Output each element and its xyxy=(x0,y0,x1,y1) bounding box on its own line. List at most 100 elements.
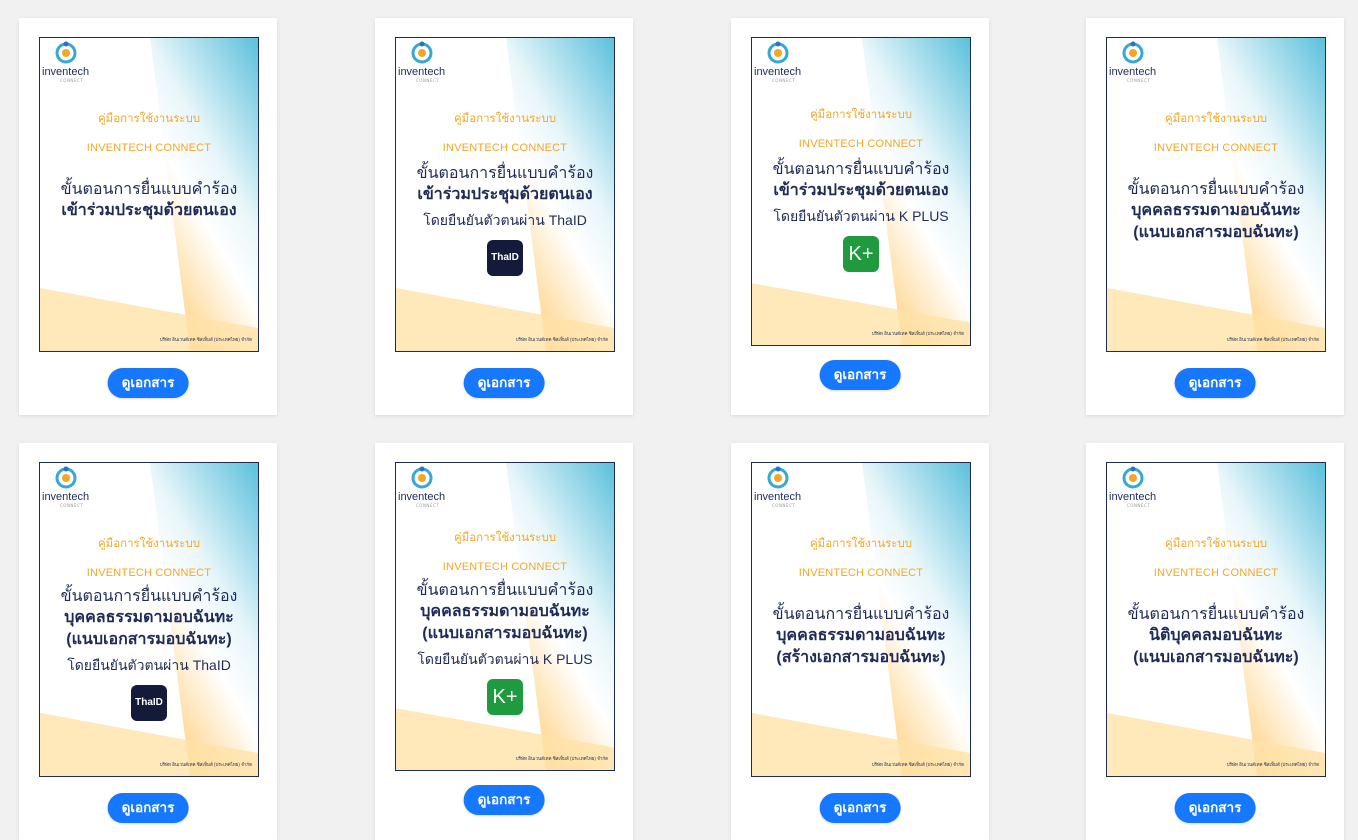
kplus-app-icon: K+ xyxy=(487,679,523,715)
inventech-logo: inventech CONNECT xyxy=(398,41,458,83)
document-card-1: inventech CONNECT คู่มือการใช้งานระบบ IN… xyxy=(19,18,277,415)
logo-sub: CONNECT xyxy=(60,78,84,83)
company-footer: บริษัท อินเวนต์เทค ซิสเท็มส์ (ประเทศไทย)… xyxy=(515,756,608,761)
connect-logo-icon xyxy=(1122,466,1144,489)
inventech-logo: inventech CONNECT xyxy=(42,466,102,508)
brand-label: INVENTECH CONNECT xyxy=(1153,142,1279,154)
logo-wordmark: inventech xyxy=(42,491,90,503)
thaid-app-icon: ThaID xyxy=(487,240,523,276)
document-cover[interactable]: inventech CONNECT คู่มือการใช้งานระบบ IN… xyxy=(1106,462,1326,777)
brand-label: INVENTECH CONNECT xyxy=(798,138,924,150)
logo-sub: CONNECT xyxy=(1127,78,1151,83)
connect-logo-icon xyxy=(767,466,789,489)
step-title: ขั้นตอนการยื่นแบบคำร้อง xyxy=(60,181,238,198)
view-document-button[interactable]: ดูเอกสาร xyxy=(107,368,189,398)
view-document-button[interactable]: ดูเอกสาร xyxy=(819,360,901,390)
logo-wordmark: inventech xyxy=(398,491,446,503)
document-cover[interactable]: inventech CONNECT คู่มือการใช้งานระบบ IN… xyxy=(39,462,259,777)
view-document-button[interactable]: ดูเอกสาร xyxy=(463,368,545,398)
logo-sub: CONNECT xyxy=(772,78,796,83)
company-footer: บริษัท อินเวนต์เทค ซิสเท็มส์ (ประเทศไทย)… xyxy=(871,331,964,336)
step-title: ขั้นตอนการยื่นแบบคำร้อง xyxy=(416,165,594,182)
verify-via: โดยยืนยันตัวตนผ่าน ThaID xyxy=(423,212,587,228)
document-cover[interactable]: inventech CONNECT คู่มือการใช้งานระบบ IN… xyxy=(751,37,971,346)
manual-label: คู่มือการใช้งานระบบ xyxy=(97,113,201,125)
view-document-button[interactable]: ดูเอกสาร xyxy=(463,785,545,815)
company-footer: บริษัท อินเวนต์เทค ซิสเท็มส์ (ประเทศไทย)… xyxy=(871,762,964,767)
manual-label: คู่มือการใช้งานระบบ xyxy=(453,113,557,125)
step-subject: เข้าร่วมประชุมด้วยตนเอง xyxy=(61,202,237,219)
step-subject-note: (แนบเอกสารมอบฉันทะ) xyxy=(422,625,588,642)
document-card-8: inventech CONNECT คู่มือการใช้งานระบบ IN… xyxy=(1086,443,1344,840)
manual-label: คู่มือการใช้งานระบบ xyxy=(453,532,557,544)
step-title: ขั้นตอนการยื่นแบบคำร้อง xyxy=(60,588,238,605)
manual-label: คู่มือการใช้งานระบบ xyxy=(97,538,201,550)
step-subject-note: (แนบเอกสารมอบฉันทะ) xyxy=(1133,224,1299,241)
inventech-logo: inventech CONNECT xyxy=(754,41,814,83)
document-card-2: inventech CONNECT คู่มือการใช้งานระบบ IN… xyxy=(375,18,633,415)
document-card-7: inventech CONNECT คู่มือการใช้งานระบบ IN… xyxy=(731,443,989,840)
company-footer: บริษัท อินเวนต์เทค ซิสเท็มส์ (ประเทศไทย)… xyxy=(1226,337,1319,342)
inventech-logo: inventech CONNECT xyxy=(398,466,458,508)
connect-logo-icon xyxy=(55,41,77,64)
logo-sub: CONNECT xyxy=(772,503,796,508)
thaid-app-icon: ThaID xyxy=(131,685,167,721)
step-subject-note: (แนบเอกสารมอบฉันทะ) xyxy=(1133,649,1299,666)
company-footer: บริษัท อินเวนต์เทค ซิสเท็มส์ (ประเทศไทย)… xyxy=(515,337,608,342)
document-cover[interactable]: inventech CONNECT คู่มือการใช้งานระบบ IN… xyxy=(39,37,259,352)
document-card-5: inventech CONNECT คู่มือการใช้งานระบบ IN… xyxy=(19,443,277,840)
logo-wordmark: inventech xyxy=(1109,66,1157,78)
view-document-button[interactable]: ดูเอกสาร xyxy=(819,793,901,823)
connect-logo-icon xyxy=(411,466,433,489)
document-cover[interactable]: inventech CONNECT คู่มือการใช้งานระบบ IN… xyxy=(395,37,615,352)
brand-label: INVENTECH CONNECT xyxy=(798,567,924,579)
logo-wordmark: inventech xyxy=(42,66,90,78)
step-subject: บุคคลธรรมดามอบฉันทะ xyxy=(1131,202,1301,219)
logo-sub: CONNECT xyxy=(1127,503,1151,508)
step-subject-note: (สร้างเอกสารมอบฉันทะ) xyxy=(776,649,946,666)
logo-wordmark: inventech xyxy=(1109,491,1157,503)
step-title: ขั้นตอนการยื่นแบบคำร้อง xyxy=(1127,606,1305,623)
brand-label: INVENTECH CONNECT xyxy=(1153,567,1279,579)
connect-logo-icon xyxy=(1122,41,1144,64)
step-subject: บุคคลธรรมดามอบฉันทะ xyxy=(420,603,590,620)
logo-sub: CONNECT xyxy=(416,78,440,83)
brand-label: INVENTECH CONNECT xyxy=(86,567,212,579)
kplus-app-icon: K+ xyxy=(843,236,879,272)
step-subject-note: (แนบเอกสารมอบฉันทะ) xyxy=(66,631,232,648)
manual-label: คู่มือการใช้งานระบบ xyxy=(1164,538,1268,550)
document-cover[interactable]: inventech CONNECT คู่มือการใช้งานระบบ IN… xyxy=(751,462,971,777)
inventech-logo: inventech CONNECT xyxy=(754,466,814,508)
verify-via: โดยยืนยันตัวตนผ่าน K PLUS xyxy=(417,651,593,667)
brand-label: INVENTECH CONNECT xyxy=(86,142,212,154)
step-title: ขั้นตอนการยื่นแบบคำร้อง xyxy=(1127,181,1305,198)
logo-wordmark: inventech xyxy=(754,491,802,503)
view-document-button[interactable]: ดูเอกสาร xyxy=(1174,368,1256,398)
step-title: ขั้นตอนการยื่นแบบคำร้อง xyxy=(772,161,950,178)
view-document-button[interactable]: ดูเอกสาร xyxy=(1174,793,1256,823)
manual-label: คู่มือการใช้งานระบบ xyxy=(809,538,913,550)
brand-label: INVENTECH CONNECT xyxy=(442,561,568,573)
step-subject: นิติบุคคลมอบฉันทะ xyxy=(1149,627,1283,644)
view-document-button[interactable]: ดูเอกสาร xyxy=(107,793,189,823)
logo-sub: CONNECT xyxy=(416,503,440,508)
logo-wordmark: inventech xyxy=(398,66,446,78)
step-subject: บุคคลธรรมดามอบฉันทะ xyxy=(64,609,234,626)
logo-wordmark: inventech xyxy=(754,66,802,78)
document-card-3: inventech CONNECT คู่มือการใช้งานระบบ IN… xyxy=(731,18,989,415)
step-subject: บุคคลธรรมดามอบฉันทะ xyxy=(776,627,946,644)
document-card-4: inventech CONNECT คู่มือการใช้งานระบบ IN… xyxy=(1086,18,1344,415)
logo-sub: CONNECT xyxy=(60,503,84,508)
company-footer: บริษัท อินเวนต์เทค ซิสเท็มส์ (ประเทศไทย)… xyxy=(159,337,252,342)
connect-logo-icon xyxy=(411,41,433,64)
document-card-6: inventech CONNECT คู่มือการใช้งานระบบ IN… xyxy=(375,443,633,840)
inventech-logo: inventech CONNECT xyxy=(42,41,102,83)
document-cover[interactable]: inventech CONNECT คู่มือการใช้งานระบบ IN… xyxy=(1106,37,1326,352)
verify-via: โดยยืนยันตัวตนผ่าน K PLUS xyxy=(773,208,949,224)
document-cover[interactable]: inventech CONNECT คู่มือการใช้งานระบบ IN… xyxy=(395,462,615,771)
inventech-logo: inventech CONNECT xyxy=(1109,41,1169,83)
manual-label: คู่มือการใช้งานระบบ xyxy=(1164,113,1268,125)
verify-via: โดยยืนยันตัวตนผ่าน ThaID xyxy=(67,657,231,673)
step-subject: เข้าร่วมประชุมด้วยตนเอง xyxy=(417,186,593,203)
connect-logo-icon xyxy=(767,41,789,64)
